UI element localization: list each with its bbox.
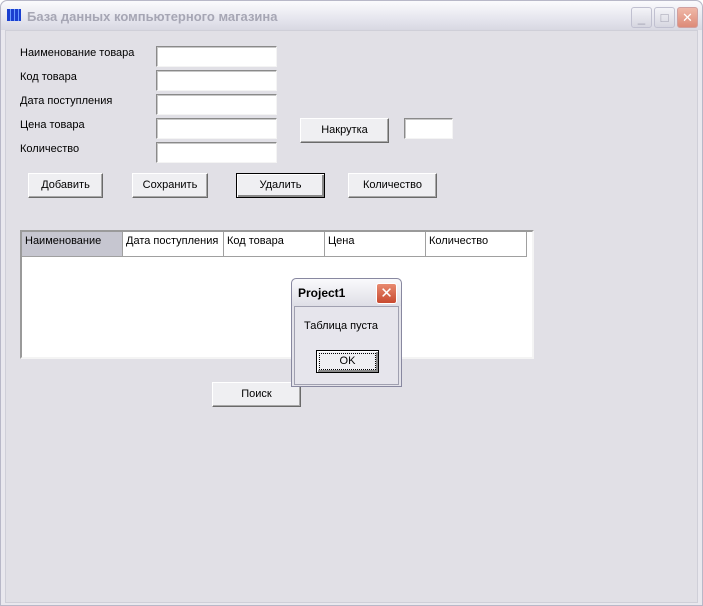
- grid-header-price[interactable]: Цена: [325, 232, 426, 257]
- dialog-title-bar[interactable]: Project1 ✕: [292, 279, 401, 306]
- grid-header-code[interactable]: Код товара: [224, 232, 325, 257]
- label-price: Цена товара: [20, 119, 85, 131]
- grid-header-date[interactable]: Дата поступления: [123, 232, 224, 257]
- quantity-button[interactable]: Количество: [348, 173, 437, 198]
- label-product-name: Наименование товара: [20, 47, 135, 59]
- grid-header-name[interactable]: Наименование: [22, 232, 123, 257]
- products-grid[interactable]: Наименование Дата поступления Код товара…: [20, 230, 534, 359]
- window-title: База данных компьютерного магазина: [27, 9, 278, 24]
- title-bar[interactable]: База данных компьютерного магазина _ □ ✕: [1, 1, 702, 30]
- product-code-input[interactable]: [156, 70, 277, 91]
- quantity-input[interactable]: [156, 142, 277, 163]
- minimize-button[interactable]: _: [631, 7, 652, 28]
- delete-button[interactable]: Удалить: [236, 173, 325, 198]
- product-name-input[interactable]: [156, 46, 277, 67]
- save-button[interactable]: Сохранить: [132, 173, 208, 198]
- label-arrival-date: Дата поступления: [20, 95, 113, 107]
- close-button[interactable]: ✕: [677, 7, 698, 28]
- app-icon: [7, 9, 21, 21]
- markup-button[interactable]: Накрутка: [300, 118, 389, 143]
- dialog-title: Project1: [298, 286, 346, 300]
- price-input[interactable]: [156, 118, 277, 139]
- label-quantity: Количество: [20, 143, 80, 155]
- message-dialog: Project1 ✕ Таблица пуста OK: [291, 278, 402, 387]
- maximize-button[interactable]: □: [654, 7, 675, 28]
- dialog-close-button[interactable]: ✕: [376, 283, 397, 304]
- arrival-date-input[interactable]: [156, 94, 277, 115]
- search-button[interactable]: Поиск: [212, 382, 301, 407]
- dialog-body: Таблица пуста OK: [294, 306, 399, 385]
- grid-header-quantity[interactable]: Количество: [426, 232, 527, 257]
- add-button[interactable]: Добавить: [28, 173, 103, 198]
- dialog-message: Таблица пуста: [304, 320, 379, 332]
- label-product-code: Код товара: [20, 71, 77, 83]
- ok-button[interactable]: OK: [316, 350, 379, 373]
- markup-input[interactable]: [404, 118, 453, 139]
